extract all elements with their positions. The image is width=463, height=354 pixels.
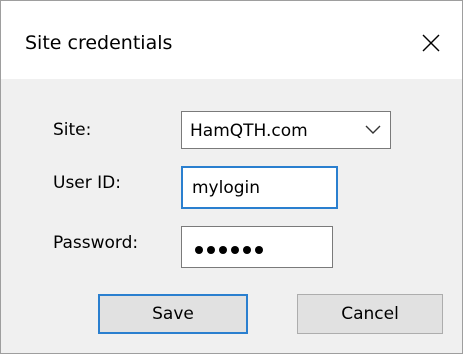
password-dot — [231, 246, 239, 254]
password-dot — [195, 246, 203, 254]
dialog-title: Site credentials — [25, 32, 173, 54]
password-mask — [195, 246, 263, 254]
site-label: Site: — [53, 120, 92, 140]
user-id-label: User ID: — [53, 173, 121, 193]
user-id-value: mylogin — [192, 178, 261, 198]
site-credentials-dialog: Site credentials Site: HamQTH.com User I… — [0, 0, 463, 354]
close-icon — [422, 34, 440, 52]
titlebar: Site credentials — [1, 1, 462, 79]
close-button[interactable] — [409, 23, 453, 63]
password-dot — [255, 246, 263, 254]
password-dot — [219, 246, 227, 254]
password-dot — [243, 246, 251, 254]
site-select[interactable]: HamQTH.com — [181, 111, 391, 149]
password-dot — [207, 246, 215, 254]
password-label: Password: — [53, 233, 139, 253]
user-id-input[interactable]: mylogin — [181, 166, 338, 209]
save-button[interactable]: Save — [98, 294, 248, 334]
cancel-button[interactable]: Cancel — [297, 294, 443, 334]
site-select-value: HamQTH.com — [190, 121, 308, 141]
chevron-down-icon — [365, 125, 381, 134]
password-input[interactable] — [181, 226, 333, 268]
